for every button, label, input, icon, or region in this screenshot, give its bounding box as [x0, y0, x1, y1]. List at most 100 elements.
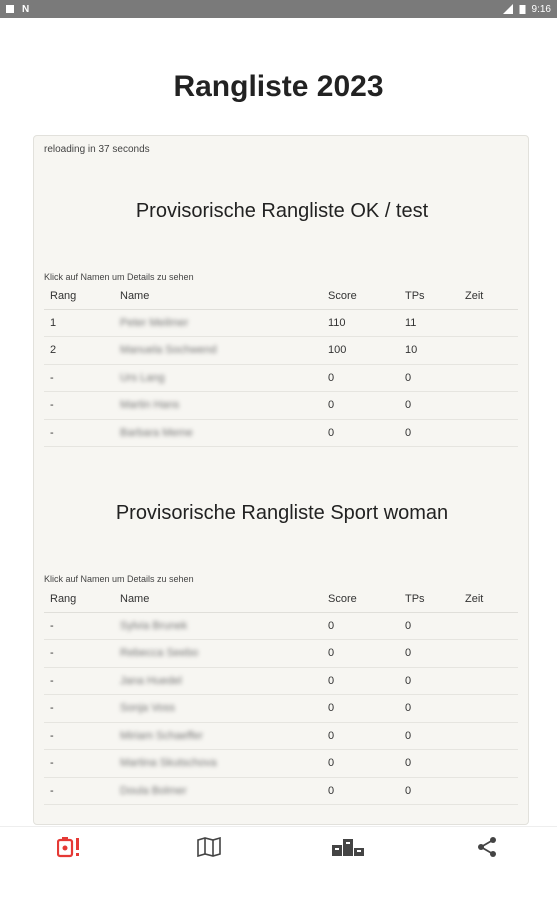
rank-cell-container: 2	[44, 336, 114, 365]
time-cell-container	[459, 667, 518, 695]
participant-name-link[interactable]: Sylvia Brunek	[120, 620, 187, 632]
participant-name-link-container[interactable]: Urs Lang	[114, 364, 322, 392]
ranking-table: Rang Name Score TPs Zeit 1 Peter Meilmer 1…	[44, 284, 518, 447]
rank-cell-container: -	[44, 749, 114, 778]
tps-cell: 0	[405, 399, 412, 412]
time-cell-container	[459, 777, 518, 805]
col-zeit: Zeit	[459, 587, 518, 613]
tps-cell: 10	[405, 344, 418, 357]
table-row: - Barbara Meme 0 0	[44, 419, 518, 447]
rank-cell: -	[50, 647, 54, 660]
table-row: - Doula Bolmer 0 0	[44, 777, 518, 805]
score-cell-container: 0	[322, 419, 399, 447]
participant-name-link[interactable]: Peter Meilmer	[120, 317, 188, 329]
status-bar: N 9:16	[0, 0, 557, 18]
tps-cell-container: 0	[399, 694, 459, 723]
tps-cell: 0	[405, 371, 412, 384]
nav-ranking[interactable]	[279, 827, 418, 866]
tps-cell-container: 0	[399, 391, 459, 420]
score-cell-container: 110	[322, 309, 399, 337]
tps-cell: 11	[405, 316, 417, 329]
rank-cell: -	[50, 757, 54, 770]
time-cell-container	[459, 639, 518, 668]
rank-cell: -	[50, 674, 54, 687]
tps-cell-container: 0	[399, 749, 459, 778]
participant-name-link-container[interactable]: Peter Meilmer	[114, 309, 322, 337]
time-cell-container	[459, 612, 518, 640]
participant-name-link[interactable]: Rebecca Seebo	[120, 647, 198, 659]
participant-name-link-container[interactable]: Rebecca Seebo	[114, 639, 322, 668]
section-title: Provisorische Rangliste OK / test	[135, 200, 429, 222]
participant-name-link[interactable]: Doula Bolmer	[120, 785, 187, 797]
participant-name-link-container[interactable]: Sonja Voss	[114, 694, 322, 723]
score-cell-container: 0	[322, 777, 399, 805]
tps-cell: 0	[405, 426, 412, 439]
participant-name-link-container[interactable]: Manuela Sochwend	[114, 336, 322, 365]
participant-name-link[interactable]: Sonja Voss	[120, 702, 175, 714]
time-cell-container	[459, 694, 518, 723]
podium-icon	[332, 838, 365, 856]
score-cell: 0	[328, 674, 335, 687]
score-cell: 0	[328, 784, 335, 797]
participant-name-link[interactable]: Barbara Meme	[120, 427, 193, 439]
score-cell-container: 0	[322, 667, 399, 695]
score-cell: 0	[328, 426, 335, 439]
participant-name-link[interactable]: Miriam Schaeffer	[120, 730, 203, 742]
tps-cell-container: 0	[399, 364, 459, 392]
col-name: Name	[114, 587, 322, 613]
participant-name-link-container[interactable]: Martina Skutschova	[114, 749, 322, 778]
tps-cell: 0	[405, 619, 412, 632]
score-cell: 0	[328, 729, 335, 742]
col-name: Name	[114, 284, 322, 310]
participant-name-link-container[interactable]: Sylvia Brunek	[114, 612, 322, 640]
nav-share[interactable]	[418, 827, 557, 866]
tps-cell: 0	[405, 702, 412, 715]
participant-name-link-container[interactable]: Martin Hans	[114, 391, 322, 420]
ranking-table: Rang Name Score TPs Zeit - Sylvia Brunek 0…	[44, 587, 518, 805]
participant-name-link[interactable]: Urs Lang	[120, 372, 165, 384]
tps-cell-container: 0	[399, 777, 459, 805]
score-cell: 0	[328, 757, 335, 770]
score-cell: 0	[328, 371, 335, 384]
status-time: 9:16	[531, 3, 551, 15]
score-cell-container: 0	[322, 694, 399, 723]
time-cell-container	[459, 336, 518, 365]
time-cell-container	[459, 749, 518, 778]
participant-name-link[interactable]: Jana Huedel	[120, 675, 182, 687]
participant-name-link[interactable]: Martina Skutschova	[120, 757, 217, 769]
system-nav-bar	[0, 866, 557, 900]
col-rang: Rang	[44, 587, 114, 613]
time-cell-container	[459, 364, 518, 392]
score-cell-container: 0	[322, 722, 399, 750]
col-zeit: Zeit	[459, 284, 518, 310]
tps-cell: 0	[405, 729, 412, 742]
participant-name-link[interactable]: Martin Hans	[120, 399, 179, 411]
rank-cell-container: -	[44, 391, 114, 420]
participant-name-link-container[interactable]: Barbara Meme	[114, 419, 322, 447]
score-cell-container: 0	[322, 612, 399, 640]
section-hint: Klick auf Namen um Details zu sehen	[44, 574, 194, 584]
nav-alert[interactable]	[0, 827, 139, 866]
rank-cell-container: -	[44, 364, 114, 392]
rank-cell-container: -	[44, 694, 114, 723]
table-row: 1 Peter Meilmer 110 11	[44, 309, 518, 337]
table-header-row: Rang Name Score TPs Zeit	[44, 284, 518, 310]
nav-map[interactable]	[139, 827, 278, 866]
rank-cell: -	[50, 619, 54, 632]
tps-cell: 0	[405, 784, 412, 797]
rank-cell: 2	[50, 344, 57, 357]
participant-name-link-container[interactable]: Miriam Schaeffer	[114, 722, 322, 750]
rank-cell-container: -	[44, 639, 114, 668]
score-cell: 0	[328, 647, 335, 660]
tps-cell: 0	[405, 674, 412, 687]
rank-cell-container: -	[44, 419, 114, 447]
rank-cell: -	[50, 784, 54, 797]
battery-icon	[519, 5, 526, 14]
tps-cell: 0	[405, 757, 412, 770]
rank-cell-container: -	[44, 722, 114, 750]
participant-name-link-container[interactable]: Jana Huedel	[114, 667, 322, 695]
map-icon	[197, 836, 221, 857]
participant-name-link[interactable]: Manuela Sochwend	[120, 344, 217, 356]
table-row: 2 Manuela Sochwend 100 10	[44, 336, 518, 365]
participant-name-link-container[interactable]: Doula Bolmer	[114, 777, 322, 805]
